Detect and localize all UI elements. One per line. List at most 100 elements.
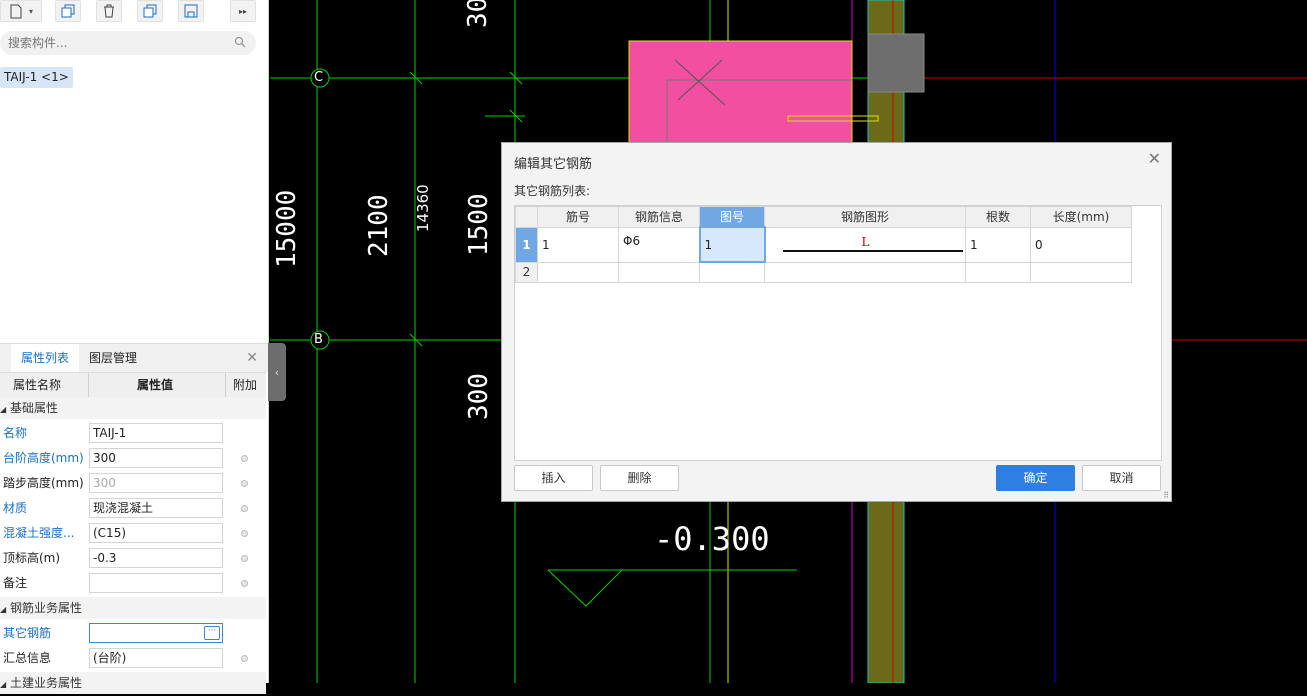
search-box — [0, 31, 256, 55]
extra-checkbox[interactable] — [241, 505, 248, 512]
section-civil-properties[interactable]: ◢ 土建业务属性 — [0, 672, 266, 694]
prop-row-name: 名称 TAIJ-1 — [0, 421, 266, 446]
collapse-panel-button[interactable]: ‹ — [268, 343, 286, 401]
double-chevron-right-icon: ▸▸ — [238, 6, 248, 16]
section-label: 土建业务属性 — [9, 676, 82, 690]
insert-button[interactable]: 插入 — [514, 465, 593, 491]
prop-value-field[interactable]: -0.3 — [89, 548, 223, 568]
ok-button[interactable]: 确定 — [996, 465, 1075, 491]
cancel-button[interactable]: 取消 — [1082, 465, 1161, 491]
section-basic-properties[interactable]: ◢ 基础属性 — [0, 397, 266, 419]
prop-value-field[interactable]: (台阶) — [89, 648, 223, 668]
tab-layer-management[interactable]: 图层管理 — [79, 344, 147, 372]
cell-bar-no[interactable] — [537, 261, 619, 283]
prop-label: 踏步高度(mm) — [3, 476, 84, 490]
col-count[interactable]: 根数 — [965, 206, 1031, 228]
prop-value-field[interactable]: TAIJ-1 — [89, 423, 223, 443]
extra-checkbox[interactable] — [241, 580, 248, 587]
cell-count[interactable]: 1 — [965, 226, 1031, 263]
new-button[interactable]: ▾ — [0, 0, 42, 22]
close-icon[interactable]: ✕ — [246, 351, 258, 365]
extra-checkbox[interactable] — [241, 480, 248, 487]
prop-value-field[interactable]: 现浇混凝土 — [89, 498, 223, 518]
col-length[interactable]: 长度(mm) — [1030, 206, 1132, 228]
extra-checkbox[interactable] — [241, 655, 248, 662]
dropdown-arrow-icon: ▾ — [28, 6, 33, 16]
prop-row-concrete-strength: 混凝土强度... (C15) — [0, 521, 266, 546]
close-icon[interactable]: ✕ — [1148, 151, 1161, 167]
prop-label: 其它钢筋 — [3, 626, 52, 640]
extra-checkbox[interactable] — [241, 455, 248, 462]
search-input[interactable] — [8, 34, 228, 52]
duplicate-button[interactable] — [137, 0, 163, 22]
axis-label-b: B — [314, 332, 323, 347]
copy-button[interactable] — [55, 0, 81, 22]
component-toolbar: ▾ ▸▸ — [0, 0, 268, 26]
rebar-shape-label: L — [861, 234, 870, 249]
elevation-label: -0.300 — [654, 520, 770, 558]
prop-label: 台阶高度(mm) — [3, 451, 84, 465]
table-header-row: 筋号 钢筋信息 图号 钢筋图形 根数 长度(mm) — [515, 206, 1132, 228]
delete-row-button[interactable]: 删除 — [600, 465, 679, 491]
more-button[interactable]: ▸▸ — [230, 0, 256, 22]
cell-bar-info[interactable]: Φ6 — [618, 226, 700, 263]
col-bar-no[interactable]: 筋号 — [537, 206, 619, 228]
col-bar-shape[interactable]: 钢筋图形 — [764, 206, 966, 228]
table-row: 2 — [515, 261, 1132, 283]
prop-value-field[interactable]: (C15) — [89, 523, 223, 543]
resize-grip-icon[interactable]: ⠿ — [1163, 492, 1169, 500]
row-number[interactable]: 2 — [515, 261, 538, 283]
prop-value-field[interactable]: 300 — [89, 448, 223, 468]
cell-figure-no[interactable] — [699, 261, 765, 283]
property-tabs: 属性列表 图层管理 ✕ — [0, 343, 268, 372]
col-divider — [88, 373, 89, 397]
dim-2100: 2100 — [364, 194, 394, 257]
extra-checkbox[interactable] — [241, 555, 248, 562]
prop-label: 混凝土强度... — [3, 526, 75, 540]
prop-label: 材质 — [3, 501, 28, 515]
rebar-grid-area[interactable]: 筋号 钢筋信息 图号 钢筋图形 根数 长度(mm) 1 1 Φ6 1 L 1 0 — [514, 205, 1162, 461]
prop-row-tread-height: 踏步高度(mm) 300 — [0, 471, 266, 496]
cell-bar-info[interactable] — [618, 261, 700, 283]
delete-button[interactable] — [96, 0, 122, 22]
new-file-icon — [10, 4, 22, 18]
save-template-button[interactable] — [178, 0, 204, 22]
ellipsis-icon[interactable]: ··· — [204, 626, 220, 640]
cell-count[interactable] — [965, 261, 1031, 283]
cell-bar-no[interactable]: 1 — [537, 226, 619, 263]
copy-icon — [61, 4, 75, 18]
component-tree-item[interactable]: TAIJ-1 <1> — [0, 67, 73, 88]
cell-length[interactable]: 0 — [1030, 226, 1132, 263]
col-property-name: 属性名称 — [13, 378, 62, 392]
col-bar-info[interactable]: 钢筋信息 — [618, 206, 700, 228]
save-icon — [184, 4, 198, 18]
row-number[interactable]: 1 — [515, 226, 538, 263]
prop-value-field[interactable]: 300 — [89, 473, 223, 493]
extra-checkbox[interactable] — [241, 530, 248, 537]
cell-bar-shape[interactable] — [764, 261, 966, 283]
left-panel: ▾ ▸▸ TAIJ-1 <1> 属性列表 图层管理 ✕ 属性名称 属性值 附加 — [0, 0, 269, 694]
prop-row-top-elevation: 顶标高(m) -0.3 — [0, 546, 266, 571]
cell-length[interactable] — [1030, 261, 1132, 283]
expand-icon: ◢ — [0, 605, 7, 614]
dim-300-top: 300 — [463, 0, 493, 28]
dialog-title: 编辑其它钢筋 — [514, 157, 593, 172]
col-property-value: 属性值 — [137, 378, 174, 392]
table-row: 1 1 Φ6 1 L 1 0 — [515, 226, 1132, 263]
prop-value-field[interactable]: ··· — [89, 623, 223, 643]
prop-label: 名称 — [3, 426, 28, 440]
prop-value-field[interactable] — [89, 573, 223, 593]
property-header: 属性名称 属性值 附加 — [0, 372, 266, 398]
section-label: 钢筋业务属性 — [9, 601, 82, 615]
col-figure-no[interactable]: 图号 — [699, 206, 765, 228]
prop-row-step-height: 台阶高度(mm) 300 — [0, 446, 266, 471]
section-rebar-properties[interactable]: ◢ 钢筋业务属性 — [0, 597, 266, 619]
dim-15000: 15000 — [272, 189, 302, 268]
cell-bar-shape[interactable]: L — [764, 226, 966, 263]
tab-property-list[interactable]: 属性列表 — [11, 344, 80, 372]
corner-cell[interactable] — [515, 206, 538, 228]
search-icon[interactable] — [234, 36, 246, 48]
cell-figure-no[interactable]: 1 — [698, 226, 766, 263]
prop-row-material: 材质 现浇混凝土 — [0, 496, 266, 521]
chevron-left-icon: ‹ — [274, 365, 280, 379]
